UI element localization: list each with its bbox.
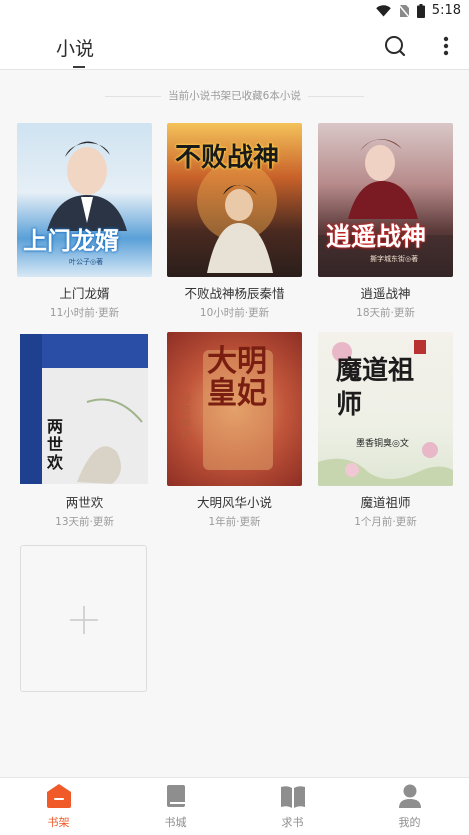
title-underline [73,66,85,68]
book-update-time: 13天前·更新 [55,516,114,528]
book-card[interactable]: 逍遥战神 撕字城东街◎著 逍遥战神 18天前·更新 [318,123,453,320]
book-cover[interactable]: 逍遥战神 撕字城东街◎著 [318,123,453,277]
notice-divider-right [308,96,364,97]
book-title[interactable]: 大明风华小说 [167,492,302,511]
book-title[interactable]: 上门龙婿 [17,283,152,302]
book-title[interactable]: 两世欢 [17,492,152,511]
cover-title: 上门龙婿 [23,226,119,255]
cover-author: 叶公子◎著 [69,258,104,266]
page-title[interactable]: 小说 [56,34,94,61]
book-cover[interactable]: 两世欢 [17,332,152,486]
book-cover[interactable]: 大明皇妃 孙若微传 [167,332,302,486]
bottom-tab-bar: 书架 书城 求书 我的 [0,777,469,835]
cover-title: 两世欢 [47,417,64,472]
book-update-time: 11小时前·更新 [49,307,120,319]
open-book-icon [281,786,305,808]
tab-bookshelf[interactable]: 书架 [0,778,117,835]
cover-title: 大明皇妃 [207,344,267,411]
person-icon [399,784,421,808]
book-card[interactable]: 上门龙婿 叶公子◎著 上门龙婿 11小时前·更新 [17,123,152,320]
tab-request-book[interactable]: 求书 [234,778,351,835]
battery-icon [416,3,425,18]
book-update-time: 1年前·更新 [208,516,261,528]
app-bar: 小说 [0,22,469,70]
book-update-time: 10小时前·更新 [199,307,270,319]
book-update-time: 1个月前·更新 [354,516,417,528]
search-icon [385,36,406,57]
no-sim-icon [398,4,410,17]
cover-author: 墨香铜臭◎文 [356,439,409,449]
more-vertical-icon [443,36,449,56]
cover-author: 孙若微传 [181,394,191,441]
shelf-notice: 当前小说书架已收藏6本小说 [168,90,301,102]
tab-label: 求书 [281,816,304,829]
book-title[interactable]: 魔道祖师 [318,492,453,511]
cover-author: 撕字城东街◎著 [370,255,419,263]
plus-icon [70,606,98,634]
cover-title: 逍遥战神 [326,222,427,251]
cover-illustration [20,334,148,484]
status-icons: 5:18 [375,3,461,18]
book-card[interactable]: 大明皇妃 孙若微传 大明风华小说 1年前·更新 [167,332,302,529]
status-bar: 5:18 [0,0,469,22]
tab-label: 我的 [398,816,421,829]
tab-profile[interactable]: 我的 [351,778,468,835]
book-cover[interactable]: 不败战神 [167,123,302,277]
book-card[interactable]: 不败战神 不败战神杨辰秦惜 10小时前·更新 [167,123,302,320]
tab-label: 书城 [164,816,187,829]
tab-bookstore[interactable]: 书城 [117,778,234,835]
book-update-time: 18天前·更新 [356,307,415,319]
status-time: 5:18 [431,3,461,18]
book-title[interactable]: 逍遥战神 [318,283,453,302]
book-cover[interactable]: 魔道祖师 墨香铜臭◎文 [318,332,453,486]
tab-label: 书架 [47,816,70,829]
search-button[interactable] [383,34,407,58]
add-book-button[interactable] [20,545,147,692]
book-cover[interactable]: 上门龙婿 叶公子◎著 [17,123,152,277]
cover-title: 魔道祖师 [336,356,415,420]
more-options-button[interactable] [438,34,454,58]
cover-title: 不败战神 [175,143,280,173]
book-card[interactable]: 两世欢 两世欢 13天前·更新 [17,332,152,529]
book-card[interactable]: 魔道祖师 墨香铜臭◎文 魔道祖师 1个月前·更新 [318,332,453,529]
book-icon [167,785,185,807]
bookshelf-icon [47,784,71,808]
book-title[interactable]: 不败战神杨辰秦惜 [167,283,302,302]
wifi-icon [375,4,391,16]
